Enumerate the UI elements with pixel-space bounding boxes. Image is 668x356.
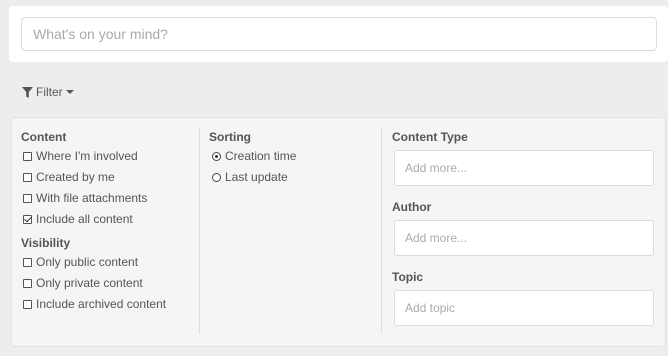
sort-last-update[interactable]: Last update	[212, 169, 288, 185]
caret-down-icon	[65, 90, 74, 94]
filter-created-by-me[interactable]: Created by me	[23, 169, 115, 185]
post-composer	[9, 6, 668, 62]
author-input[interactable]	[394, 220, 654, 256]
checkbox-include-archived[interactable]	[23, 299, 32, 309]
option-label: Include all content	[36, 212, 133, 226]
filter-include-archived[interactable]: Include archived content	[23, 296, 166, 312]
option-label: Created by me	[36, 170, 115, 184]
sort-creation-time[interactable]: Creation time	[212, 148, 296, 164]
option-label: Include archived content	[36, 297, 167, 311]
checkbox-where-involved[interactable]	[23, 151, 32, 161]
option-label: Last update	[225, 170, 288, 184]
filter-only-public[interactable]: Only public content	[23, 254, 138, 270]
radio-last-update[interactable]	[212, 172, 221, 182]
option-label: Only public content	[36, 255, 139, 269]
checkbox-include-all[interactable]	[23, 214, 32, 224]
filter-file-attachments[interactable]: With file attachments	[23, 190, 147, 206]
content-type-input[interactable]	[394, 150, 654, 186]
filter-toggle[interactable]: Filter	[22, 85, 74, 99]
filter-where-involved[interactable]: Where I'm involved	[23, 148, 138, 164]
checkbox-only-private[interactable]	[23, 278, 32, 288]
author-title: Author	[392, 200, 432, 214]
option-label: Only private content	[36, 276, 143, 290]
filter-label: Filter	[36, 85, 63, 99]
divider	[381, 128, 382, 334]
checkbox-created-by-me[interactable]	[23, 172, 32, 182]
content-type-title: Content Type	[392, 130, 468, 144]
visibility-title: Visibility	[21, 236, 71, 250]
divider	[199, 128, 200, 334]
radio-creation-time[interactable]	[212, 151, 221, 161]
option-label: Creation time	[225, 149, 297, 163]
filter-include-all[interactable]: Include all content	[23, 211, 133, 227]
topic-input[interactable]	[394, 290, 654, 326]
option-label: With file attachments	[36, 191, 148, 205]
topic-title: Topic	[392, 270, 424, 284]
filter-only-private[interactable]: Only private content	[23, 275, 143, 291]
option-label: Where I'm involved	[36, 149, 138, 163]
filter-icon	[22, 86, 33, 98]
checkbox-file-attachments[interactable]	[23, 193, 32, 203]
sorting-title: Sorting	[209, 130, 251, 144]
post-input[interactable]	[21, 17, 657, 51]
filter-panel: Content Where I'm involved Created by me…	[11, 117, 666, 347]
checkbox-only-public[interactable]	[23, 257, 32, 267]
content-title: Content	[21, 130, 67, 144]
